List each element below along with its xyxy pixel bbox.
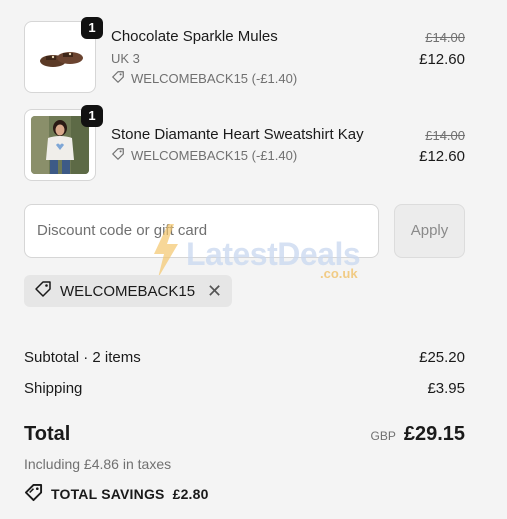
subtotal-row: Subtotal · 2 items £25.20 (24, 349, 465, 366)
product-name: Chocolate Sparkle Mules (111, 28, 278, 45)
original-price: £14.00 (425, 30, 465, 45)
total-savings: TOTAL SAVINGS £2.80 (24, 483, 209, 505)
item-price: £12.60 (419, 148, 465, 165)
item-discount-text: WELCOMEBACK15 (-£1.40) (131, 71, 298, 86)
quantity-badge: 1 (81, 105, 103, 127)
item-discount: WELCOMEBACK15 (-£1.40) (111, 147, 297, 164)
item-discount-text: WELCOMEBACK15 (-£1.40) (131, 148, 298, 163)
tag-icon (111, 70, 125, 87)
total-amount: GBP £29.15 (370, 423, 465, 446)
sweatshirt-model-thumbnail (31, 116, 89, 174)
shoe-mule-thumbnail (31, 28, 89, 86)
item-price: £12.60 (419, 51, 465, 68)
total-label: Total (24, 423, 71, 445)
tag-icon (24, 483, 43, 505)
product-thumbnail: 1 (24, 105, 103, 181)
total-value: £29.15 (403, 423, 465, 445)
close-icon[interactable]: ✕ (207, 282, 222, 300)
taxes-note: Including £4.86 in taxes (24, 456, 172, 472)
discount-code-input[interactable]: Discount code or gift card (24, 204, 379, 258)
product-name: Stone Diamante Heart Sweatshirt Kay (111, 126, 364, 143)
savings-label: TOTAL SAVINGS (51, 486, 165, 502)
applied-code-text: WELCOMEBACK15 (60, 282, 196, 300)
apply-button[interactable]: Apply (394, 204, 465, 258)
tag-icon (111, 147, 125, 164)
subtotal-label: Subtotal · 2 items (24, 349, 141, 366)
watermark-subtext: .co.uk (320, 266, 358, 281)
shipping-value: £3.95 (427, 380, 465, 397)
currency-code: GBP (370, 429, 396, 443)
tag-icon (34, 280, 52, 302)
quantity-badge: 1 (81, 17, 103, 39)
product-variant: UK 3 (111, 51, 140, 66)
savings-value: £2.80 (172, 486, 209, 502)
applied-discount-chip: WELCOMEBACK15 ✕ (24, 275, 233, 307)
product-thumbnail: 1 (24, 17, 103, 93)
subtotal-value: £25.20 (419, 349, 465, 366)
line-item: 1 Stone Diamante Heart Sweatshirt Kay WE… (24, 105, 465, 181)
item-discount: WELCOMEBACK15 (-£1.40) (111, 70, 297, 87)
original-price: £14.00 (425, 128, 465, 143)
shipping-label: Shipping (24, 380, 83, 397)
line-item: 1 Chocolate Sparkle Mules UK 3 WELCOMEBA… (24, 17, 465, 93)
shipping-row: Shipping £3.95 (24, 380, 465, 397)
